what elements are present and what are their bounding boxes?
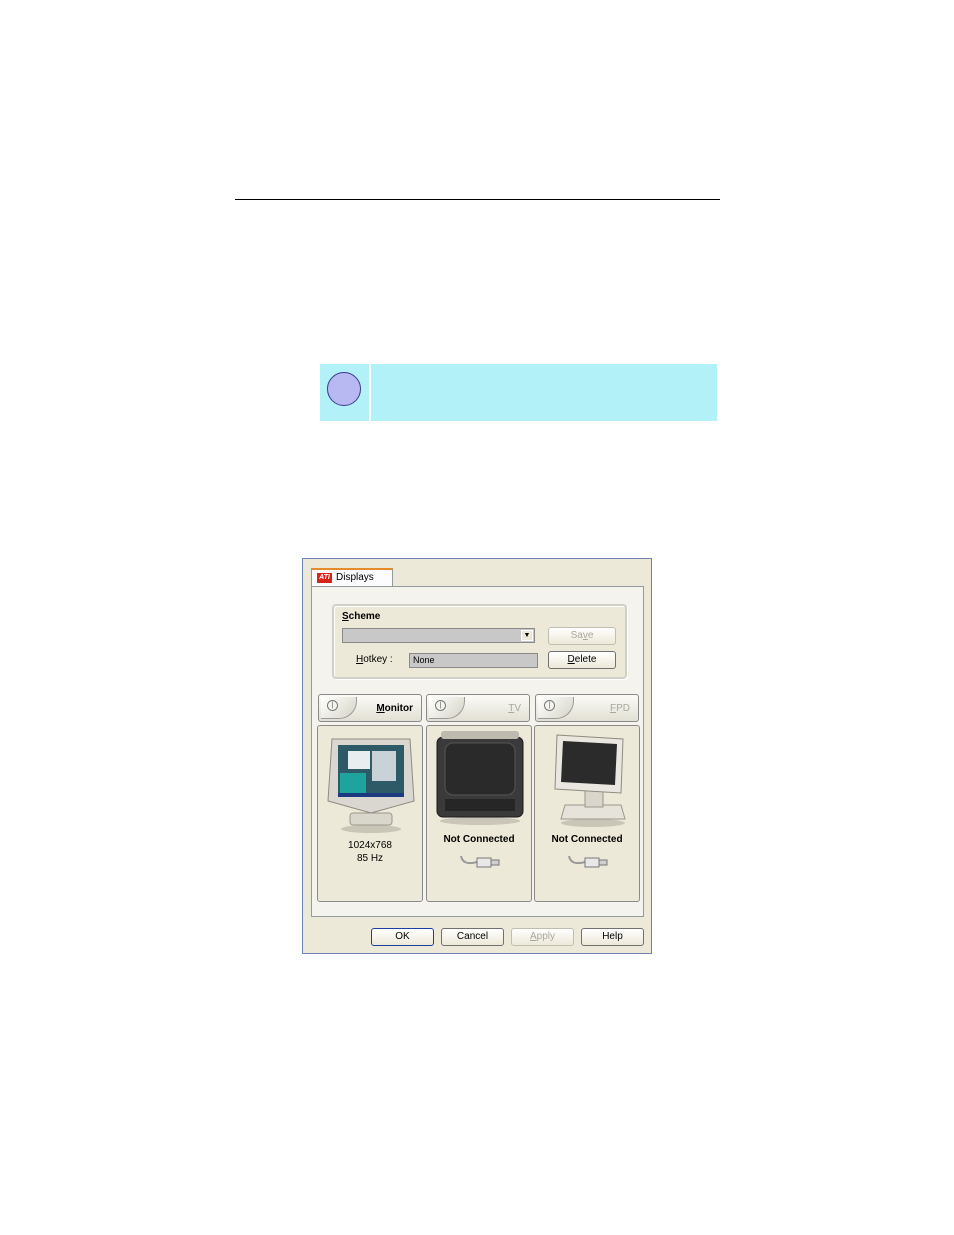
hotkey-field[interactable]: None: [409, 653, 538, 668]
ati-logo-icon: ATI: [317, 573, 332, 583]
tv-label: TV: [508, 703, 521, 714]
fpd-device-box[interactable]: Not Connected: [534, 725, 640, 902]
cable-icon: [568, 855, 608, 868]
fpd-label: FPD: [609, 703, 630, 714]
delete-button[interactable]: Delete: [548, 651, 616, 669]
scheme-group: Scheme ▼ Save Hotkey : None Delete: [332, 604, 627, 679]
note-icon-column: [320, 364, 371, 421]
fpd-status: Not Connected: [551, 834, 623, 845]
cancel-button[interactable]: Cancel: [441, 928, 504, 946]
ok-button[interactable]: OK: [371, 928, 434, 946]
power-icon: |: [544, 700, 555, 711]
chevron-down-icon[interactable]: ▼: [521, 630, 533, 641]
apply-button[interactable]: Apply: [511, 928, 574, 946]
power-icon: |: [327, 700, 338, 711]
tv-toggle-button[interactable]: | TV: [426, 694, 530, 722]
monitor-label: Monitor: [376, 703, 413, 714]
monitor-refresh-rate: 85 Hz: [356, 853, 384, 864]
monitor-resolution: 1024x768: [348, 840, 392, 851]
crt-monitor-icon: [327, 738, 415, 833]
flat-panel-icon: [554, 734, 626, 827]
note-callout: [320, 364, 717, 421]
help-button[interactable]: Help: [581, 928, 644, 946]
header-rule: [235, 199, 720, 200]
hotkey-label: Hotkey :: [356, 654, 393, 665]
save-button[interactable]: Save: [548, 627, 616, 645]
displays-panel: Scheme ▼ Save Hotkey : None Delete | Mon…: [311, 586, 644, 917]
scheme-combobox[interactable]: ▼: [342, 628, 535, 643]
scheme-label: Scheme: [342, 611, 381, 622]
tv-status: Not Connected: [443, 834, 515, 845]
tab-displays[interactable]: ATI Displays: [311, 568, 393, 587]
fpd-toggle-button[interactable]: | FPD: [535, 694, 639, 722]
tab-label: Displays: [336, 572, 374, 583]
power-icon: |: [435, 700, 446, 711]
note-circle-icon: [327, 372, 361, 406]
monitor-toggle-button[interactable]: | Monitor: [318, 694, 422, 722]
tv-device-box[interactable]: Not Connected: [426, 725, 532, 902]
monitor-device-box[interactable]: 1024x768 85 Hz: [317, 725, 423, 902]
cable-icon: [460, 855, 500, 868]
displays-dialog: ATI Displays Scheme ▼ Save Hotkey : None…: [302, 558, 652, 954]
tv-icon: [436, 731, 524, 825]
